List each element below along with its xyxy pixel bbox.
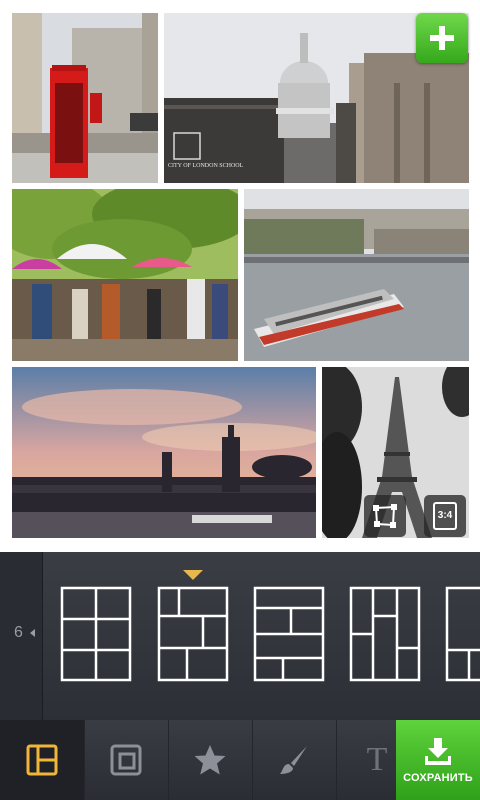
photo-count: 6 (14, 624, 23, 641)
brush-tool-button[interactable] (252, 720, 337, 800)
layout-option-grid[interactable] (60, 586, 132, 682)
layout-picker: 6 (0, 552, 480, 720)
download-icon (425, 738, 451, 765)
layout-grid-icon (60, 586, 132, 682)
photo-count-selector[interactable]: 6 (0, 552, 43, 720)
photo-paris-sunset[interactable] (12, 367, 316, 538)
chevron-left-icon (30, 629, 35, 637)
crop-icon (373, 504, 397, 528)
aspect-ratio-button[interactable]: 3:4 (424, 495, 466, 537)
text-tool-glyph: T (366, 741, 388, 778)
school-sign-text: CITY OF LONDON SCHOOL (168, 163, 244, 169)
collage-canvas: CITY OF LONDON SCHOOL 3:4 (0, 0, 480, 552)
layout-tool-button[interactable] (0, 720, 85, 800)
crop-button[interactable] (364, 495, 406, 537)
star-icon (194, 745, 226, 775)
layout-partial-icon (445, 586, 480, 682)
photo-london-phonebox[interactable] (12, 13, 158, 183)
photo-paris-artists[interactable] (12, 189, 238, 361)
sticker-tool-button[interactable] (168, 720, 253, 800)
add-photo-button[interactable] (416, 13, 468, 63)
layout-option-partial[interactable] (445, 586, 480, 682)
layout-columns-icon (349, 586, 421, 682)
save-button[interactable]: СОХРАНИТЬ (396, 720, 480, 800)
frame-tool-button[interactable] (84, 720, 169, 800)
photo-seine-boat[interactable] (244, 189, 469, 361)
layout-option-bricks[interactable] (253, 586, 325, 682)
layout-bricks-icon (253, 586, 325, 682)
frame-icon (110, 744, 142, 776)
bottom-toolbar: T СОХРАНИТЬ (0, 720, 480, 800)
brush-icon (280, 746, 307, 774)
plus-icon (430, 26, 454, 50)
save-label: СОХРАНИТЬ (403, 772, 473, 784)
selected-layout-marker (183, 570, 203, 580)
layout-icon (26, 744, 58, 776)
layout-option-columns[interactable] (349, 586, 421, 682)
layout-staggered-icon (157, 586, 229, 682)
aspect-ratio-label: 3:4 (433, 502, 457, 530)
layout-option-staggered[interactable] (157, 586, 229, 682)
text-tool-button[interactable]: T (336, 720, 397, 800)
